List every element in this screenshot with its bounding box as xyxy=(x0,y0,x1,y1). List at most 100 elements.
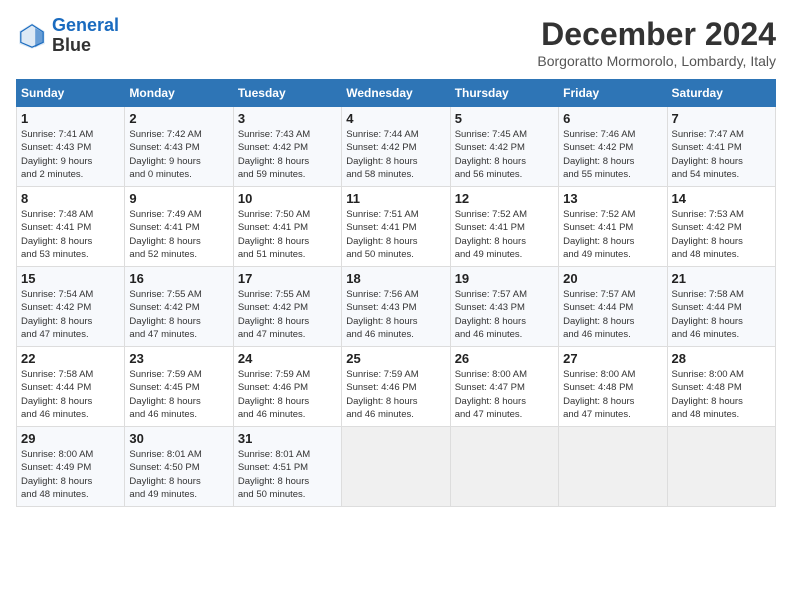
calendar-cell: 29 Sunrise: 8:00 AMSunset: 4:49 PMDayligh… xyxy=(17,427,125,507)
logo-text: GeneralBlue xyxy=(52,16,119,56)
day-info: Sunrise: 7:45 AMSunset: 4:42 PMDaylight:… xyxy=(455,128,554,181)
day-number: 3 xyxy=(238,111,337,126)
page-header: GeneralBlue December 2024 Borgoratto Mor… xyxy=(16,16,776,69)
day-number: 6 xyxy=(563,111,662,126)
day-number: 2 xyxy=(129,111,228,126)
header-thursday: Thursday xyxy=(450,80,558,107)
day-info: Sunrise: 7:48 AMSunset: 4:41 PMDaylight:… xyxy=(21,208,120,261)
day-number: 24 xyxy=(238,351,337,366)
calendar-cell: 8 Sunrise: 7:48 AMSunset: 4:41 PMDaylight… xyxy=(17,187,125,267)
calendar-cell: 23 Sunrise: 7:59 AMSunset: 4:45 PMDayligh… xyxy=(125,347,233,427)
calendar-table: Sunday Monday Tuesday Wednesday Thursday… xyxy=(16,79,776,507)
day-number: 13 xyxy=(563,191,662,206)
day-number: 18 xyxy=(346,271,445,286)
day-info: Sunrise: 7:47 AMSunset: 4:41 PMDaylight:… xyxy=(672,128,771,181)
calendar-cell: 14Sunrise: 7:53 AMSunset: 4:42 PMDayligh… xyxy=(667,187,775,267)
day-number: 10 xyxy=(238,191,337,206)
title-block: December 2024 Borgoratto Mormorolo, Lomb… xyxy=(537,16,776,69)
calendar-cell: 16 Sunrise: 7:55 AMSunset: 4:42 PMDayligh… xyxy=(125,267,233,347)
day-info: Sunrise: 7:59 AMSunset: 4:46 PMDaylight:… xyxy=(238,368,337,421)
day-info: Sunrise: 7:57 AMSunset: 4:43 PMDaylight:… xyxy=(455,288,554,341)
calendar-cell: 20Sunrise: 7:57 AMSunset: 4:44 PMDayligh… xyxy=(559,267,667,347)
calendar-week-row: 29 Sunrise: 8:00 AMSunset: 4:49 PMDayligh… xyxy=(17,427,776,507)
day-number: 15 xyxy=(21,271,120,286)
day-info: Sunrise: 7:49 AMSunset: 4:41 PMDaylight:… xyxy=(129,208,228,261)
calendar-cell: 9 Sunrise: 7:49 AMSunset: 4:41 PMDaylight… xyxy=(125,187,233,267)
calendar-cell: 12Sunrise: 7:52 AMSunset: 4:41 PMDayligh… xyxy=(450,187,558,267)
day-number: 27 xyxy=(563,351,662,366)
calendar-cell xyxy=(667,427,775,507)
day-number: 8 xyxy=(21,191,120,206)
calendar-cell: 11 Sunrise: 7:51 AMSunset: 4:41 PMDayligh… xyxy=(342,187,450,267)
calendar-cell: 7 Sunrise: 7:47 AMSunset: 4:41 PMDaylight… xyxy=(667,107,775,187)
day-number: 21 xyxy=(672,271,771,286)
day-number: 9 xyxy=(129,191,228,206)
calendar-cell: 21 Sunrise: 7:58 AMSunset: 4:44 PMDayligh… xyxy=(667,267,775,347)
day-number: 7 xyxy=(672,111,771,126)
day-info: Sunrise: 8:01 AMSunset: 4:50 PMDaylight:… xyxy=(129,448,228,501)
header-sunday: Sunday xyxy=(17,80,125,107)
day-info: Sunrise: 7:46 AMSunset: 4:42 PMDaylight:… xyxy=(563,128,662,181)
calendar-cell: 2 Sunrise: 7:42 AMSunset: 4:43 PMDaylight… xyxy=(125,107,233,187)
calendar-cell: 18Sunrise: 7:56 AMSunset: 4:43 PMDayligh… xyxy=(342,267,450,347)
day-info: Sunrise: 7:55 AMSunset: 4:42 PMDaylight:… xyxy=(238,288,337,341)
day-number: 5 xyxy=(455,111,554,126)
calendar-cell: 31Sunrise: 8:01 AMSunset: 4:51 PMDayligh… xyxy=(233,427,341,507)
calendar-cell: 26Sunrise: 8:00 AMSunset: 4:47 PMDayligh… xyxy=(450,347,558,427)
days-header-row: Sunday Monday Tuesday Wednesday Thursday… xyxy=(17,80,776,107)
calendar-week-row: 1Sunrise: 7:41 AMSunset: 4:43 PMDaylight… xyxy=(17,107,776,187)
day-info: Sunrise: 7:44 AMSunset: 4:42 PMDaylight:… xyxy=(346,128,445,181)
day-info: Sunrise: 7:42 AMSunset: 4:43 PMDaylight:… xyxy=(129,128,228,181)
day-info: Sunrise: 8:00 AMSunset: 4:47 PMDaylight:… xyxy=(455,368,554,421)
location: Borgoratto Mormorolo, Lombardy, Italy xyxy=(537,53,776,69)
calendar-cell: 24 Sunrise: 7:59 AMSunset: 4:46 PMDayligh… xyxy=(233,347,341,427)
calendar-cell: 30 Sunrise: 8:01 AMSunset: 4:50 PMDayligh… xyxy=(125,427,233,507)
calendar-cell: 5 Sunrise: 7:45 AMSunset: 4:42 PMDaylight… xyxy=(450,107,558,187)
day-number: 17 xyxy=(238,271,337,286)
day-info: Sunrise: 7:58 AMSunset: 4:44 PMDaylight:… xyxy=(672,288,771,341)
calendar-week-row: 22 Sunrise: 7:58 AMSunset: 4:44 PMDayligh… xyxy=(17,347,776,427)
calendar-cell: 13Sunrise: 7:52 AMSunset: 4:41 PMDayligh… xyxy=(559,187,667,267)
day-number: 11 xyxy=(346,191,445,206)
calendar-cell xyxy=(342,427,450,507)
calendar-cell: 25Sunrise: 7:59 AMSunset: 4:46 PMDayligh… xyxy=(342,347,450,427)
day-number: 16 xyxy=(129,271,228,286)
calendar-cell xyxy=(450,427,558,507)
day-number: 1 xyxy=(21,111,120,126)
day-info: Sunrise: 7:54 AMSunset: 4:42 PMDaylight:… xyxy=(21,288,120,341)
day-info: Sunrise: 7:55 AMSunset: 4:42 PMDaylight:… xyxy=(129,288,228,341)
calendar-week-row: 8 Sunrise: 7:48 AMSunset: 4:41 PMDaylight… xyxy=(17,187,776,267)
calendar-cell: 1Sunrise: 7:41 AMSunset: 4:43 PMDaylight… xyxy=(17,107,125,187)
day-info: Sunrise: 8:00 AMSunset: 4:49 PMDaylight:… xyxy=(21,448,120,501)
logo: GeneralBlue xyxy=(16,16,119,56)
header-saturday: Saturday xyxy=(667,80,775,107)
calendar-week-row: 15 Sunrise: 7:54 AMSunset: 4:42 PMDayligh… xyxy=(17,267,776,347)
day-number: 22 xyxy=(21,351,120,366)
day-number: 30 xyxy=(129,431,228,446)
calendar-cell: 27Sunrise: 8:00 AMSunset: 4:48 PMDayligh… xyxy=(559,347,667,427)
day-info: Sunrise: 7:58 AMSunset: 4:44 PMDaylight:… xyxy=(21,368,120,421)
calendar-cell: 6 Sunrise: 7:46 AMSunset: 4:42 PMDaylight… xyxy=(559,107,667,187)
calendar-cell: 22 Sunrise: 7:58 AMSunset: 4:44 PMDayligh… xyxy=(17,347,125,427)
day-info: Sunrise: 7:51 AMSunset: 4:41 PMDaylight:… xyxy=(346,208,445,261)
day-info: Sunrise: 8:00 AMSunset: 4:48 PMDaylight:… xyxy=(672,368,771,421)
calendar-cell: 19 Sunrise: 7:57 AMSunset: 4:43 PMDayligh… xyxy=(450,267,558,347)
day-number: 31 xyxy=(238,431,337,446)
day-number: 23 xyxy=(129,351,228,366)
header-monday: Monday xyxy=(125,80,233,107)
day-number: 12 xyxy=(455,191,554,206)
month-title: December 2024 xyxy=(537,16,776,53)
day-number: 29 xyxy=(21,431,120,446)
day-number: 19 xyxy=(455,271,554,286)
day-info: Sunrise: 7:43 AMSunset: 4:42 PMDaylight:… xyxy=(238,128,337,181)
day-number: 25 xyxy=(346,351,445,366)
day-number: 20 xyxy=(563,271,662,286)
day-info: Sunrise: 7:50 AMSunset: 4:41 PMDaylight:… xyxy=(238,208,337,261)
calendar-cell: 4Sunrise: 7:44 AMSunset: 4:42 PMDaylight… xyxy=(342,107,450,187)
calendar-cell: 10 Sunrise: 7:50 AMSunset: 4:41 PMDayligh… xyxy=(233,187,341,267)
day-number: 14 xyxy=(672,191,771,206)
header-wednesday: Wednesday xyxy=(342,80,450,107)
calendar-cell: 15 Sunrise: 7:54 AMSunset: 4:42 PMDayligh… xyxy=(17,267,125,347)
header-tuesday: Tuesday xyxy=(233,80,341,107)
day-info: Sunrise: 7:59 AMSunset: 4:45 PMDaylight:… xyxy=(129,368,228,421)
